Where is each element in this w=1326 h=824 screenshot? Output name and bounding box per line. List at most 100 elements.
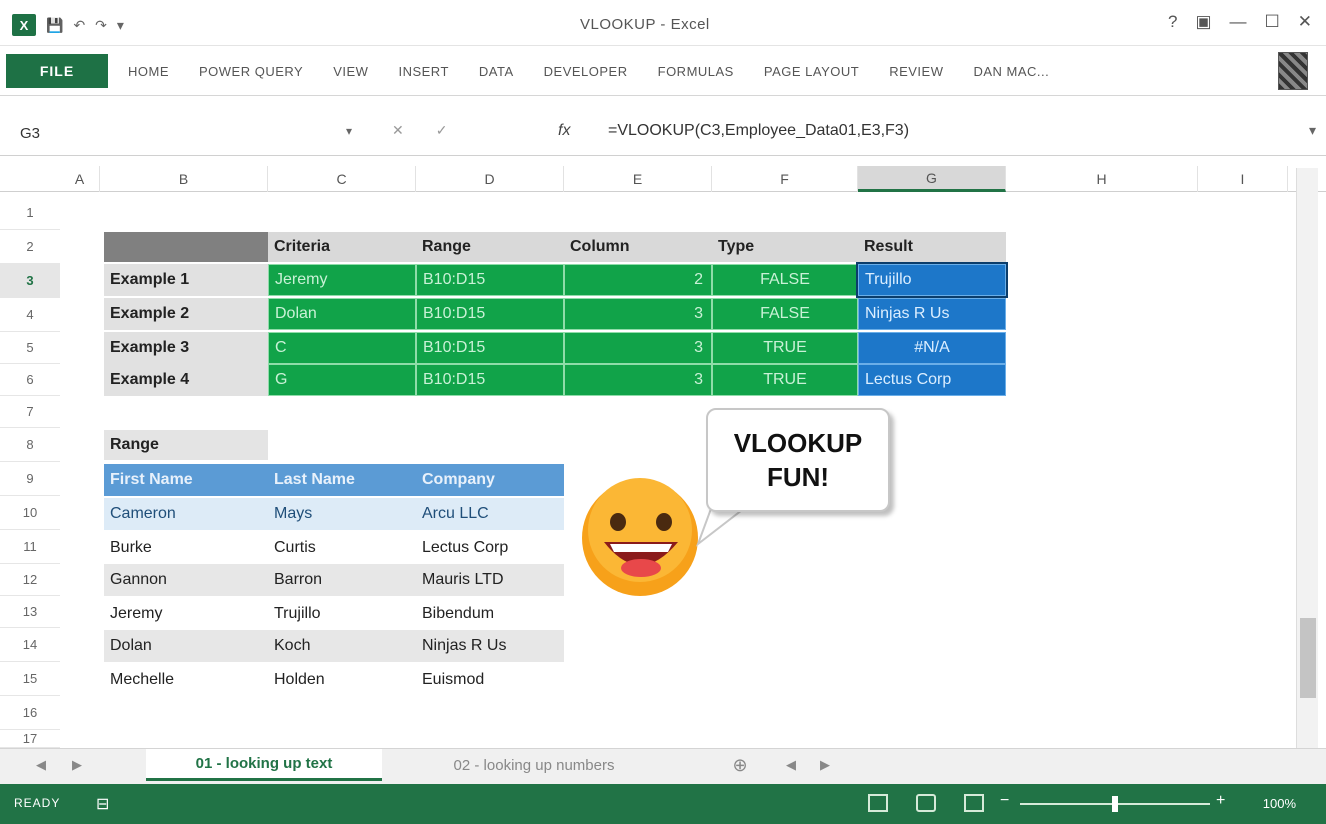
macro-record-icon[interactable]: ⊟ [96, 794, 109, 814]
maximize-icon[interactable]: ☐ [1265, 12, 1280, 32]
column-header-i[interactable]: I [1198, 166, 1288, 192]
row-header[interactable]: 10 [0, 496, 60, 530]
header-column[interactable]: Column [564, 232, 712, 262]
result-cell-selected[interactable]: Trujillo [856, 262, 1008, 298]
row-header[interactable]: 2 [0, 230, 60, 264]
result-cell[interactable]: Ninjas R Us [858, 298, 1006, 330]
first-name-cell[interactable]: Mechelle [104, 664, 268, 696]
chevron-down-icon[interactable]: ▾ [346, 124, 352, 138]
first-name-cell[interactable]: Burke [104, 532, 268, 564]
column-header-e[interactable]: E [564, 166, 712, 192]
company-cell[interactable]: Lectus Corp [416, 532, 564, 564]
zoom-slider[interactable] [1020, 796, 1210, 812]
row-header[interactable]: 6 [0, 364, 60, 396]
tab-insert[interactable]: INSERT [398, 64, 448, 79]
first-name-cell[interactable]: Dolan [104, 630, 268, 662]
normal-view-icon[interactable] [868, 794, 888, 812]
expand-formula-icon[interactable]: ▾ [1309, 122, 1316, 139]
row-header[interactable]: 4 [0, 298, 60, 332]
type-cell[interactable]: FALSE [712, 298, 858, 330]
row-header[interactable]: 9 [0, 462, 60, 496]
header-last-name[interactable]: Last Name [268, 464, 416, 496]
tab-power-query[interactable]: POWER QUERY [199, 64, 303, 79]
type-cell[interactable]: TRUE [712, 332, 858, 364]
row-header-selected[interactable]: 3 [0, 264, 60, 298]
scroll-tabs-right-icon[interactable]: ▶ [72, 757, 82, 773]
page-break-view-icon[interactable] [964, 794, 984, 812]
row-header[interactable]: 5 [0, 332, 60, 364]
scroll-tabs-left-icon[interactable]: ◀ [36, 757, 46, 773]
company-cell[interactable]: Euismod [416, 664, 564, 696]
criteria-cell[interactable]: Jeremy [268, 264, 416, 296]
tab-formulas[interactable]: FORMULAS [658, 64, 734, 79]
range-label[interactable]: Range [104, 430, 268, 460]
row-header[interactable]: 12 [0, 564, 60, 596]
name-box[interactable]: G3 ▾ [12, 118, 352, 148]
minimize-icon[interactable]: — [1230, 12, 1247, 32]
company-cell[interactable]: Bibendum [416, 598, 564, 630]
add-sheet-icon[interactable]: ⊕ [722, 749, 758, 781]
sheet-scroll-right-icon[interactable]: ▶ [820, 757, 830, 773]
column-header-h[interactable]: H [1006, 166, 1198, 192]
header-first-name[interactable]: First Name [104, 464, 268, 496]
range-cell[interactable]: B10:D15 [416, 332, 564, 364]
result-cell[interactable]: #N/A [858, 332, 1006, 364]
help-icon[interactable]: ? [1168, 12, 1177, 32]
column-header-f[interactable]: F [712, 166, 858, 192]
column-header-c[interactable]: C [268, 166, 416, 192]
zoom-in-icon[interactable]: + [1216, 792, 1225, 810]
row-header[interactable]: 8 [0, 428, 60, 462]
zoom-level[interactable]: 100% [1263, 796, 1296, 811]
company-cell[interactable]: Arcu LLC [416, 498, 564, 530]
criteria-cell[interactable]: G [268, 364, 416, 396]
column-cell[interactable]: 3 [564, 298, 712, 330]
row-label[interactable]: Example 4 [104, 364, 268, 396]
criteria-cell[interactable]: C [268, 332, 416, 364]
last-name-cell[interactable]: Barron [268, 564, 416, 596]
row-header[interactable]: 16 [0, 696, 60, 730]
range-cell[interactable]: B10:D15 [416, 298, 564, 330]
row-header[interactable]: 17 [0, 730, 60, 748]
tab-view[interactable]: VIEW [333, 64, 368, 79]
redo-icon[interactable]: ↷ [95, 17, 107, 34]
tab-review[interactable]: REVIEW [889, 64, 943, 79]
scrollbar-thumb[interactable] [1300, 618, 1316, 698]
close-icon[interactable]: ✕ [1298, 12, 1312, 32]
header-corner-cell[interactable] [104, 232, 268, 262]
row-header[interactable]: 15 [0, 662, 60, 696]
sheet-tab[interactable]: 02 - looking up numbers [400, 749, 668, 781]
customize-qat-icon[interactable]: ▾ [117, 17, 124, 34]
column-header-b[interactable]: B [100, 166, 268, 192]
row-header[interactable]: 1 [0, 196, 60, 230]
tab-data[interactable]: DATA [479, 64, 514, 79]
tab-home[interactable]: HOME [128, 64, 169, 79]
enter-icon[interactable]: ✓ [436, 122, 448, 139]
header-company[interactable]: Company [416, 464, 564, 496]
row-label[interactable]: Example 3 [104, 332, 268, 364]
column-header-a[interactable]: A [60, 166, 100, 192]
column-cell[interactable]: 3 [564, 332, 712, 364]
vertical-scrollbar[interactable] [1296, 168, 1318, 748]
last-name-cell[interactable]: Koch [268, 630, 416, 662]
sheet-scroll-left-icon[interactable]: ◀ [786, 757, 796, 773]
header-criteria[interactable]: Criteria [268, 232, 416, 262]
zoom-out-icon[interactable]: − [1000, 792, 1009, 810]
row-header[interactable]: 13 [0, 596, 60, 628]
first-name-cell[interactable]: Gannon [104, 564, 268, 596]
first-name-cell[interactable]: Jeremy [104, 598, 268, 630]
formula-input[interactable]: =VLOOKUP(C3,Employee_Data01,E3,F3) [608, 122, 909, 140]
row-header[interactable]: 11 [0, 530, 60, 564]
cancel-icon[interactable]: ✕ [392, 122, 404, 139]
criteria-cell[interactable]: Dolan [268, 298, 416, 330]
row-label[interactable]: Example 1 [104, 264, 268, 296]
range-cell[interactable]: B10:D15 [416, 264, 564, 296]
header-result[interactable]: Result [858, 232, 1006, 262]
column-cell[interactable]: 2 [564, 264, 712, 296]
result-cell[interactable]: Lectus Corp [858, 364, 1006, 396]
type-cell[interactable]: FALSE [712, 264, 858, 296]
last-name-cell[interactable]: Trujillo [268, 598, 416, 630]
undo-icon[interactable]: ↶ [73, 17, 85, 34]
save-icon[interactable]: 💾 [46, 17, 63, 34]
type-cell[interactable]: TRUE [712, 364, 858, 396]
tab-developer[interactable]: DEVELOPER [544, 64, 628, 79]
